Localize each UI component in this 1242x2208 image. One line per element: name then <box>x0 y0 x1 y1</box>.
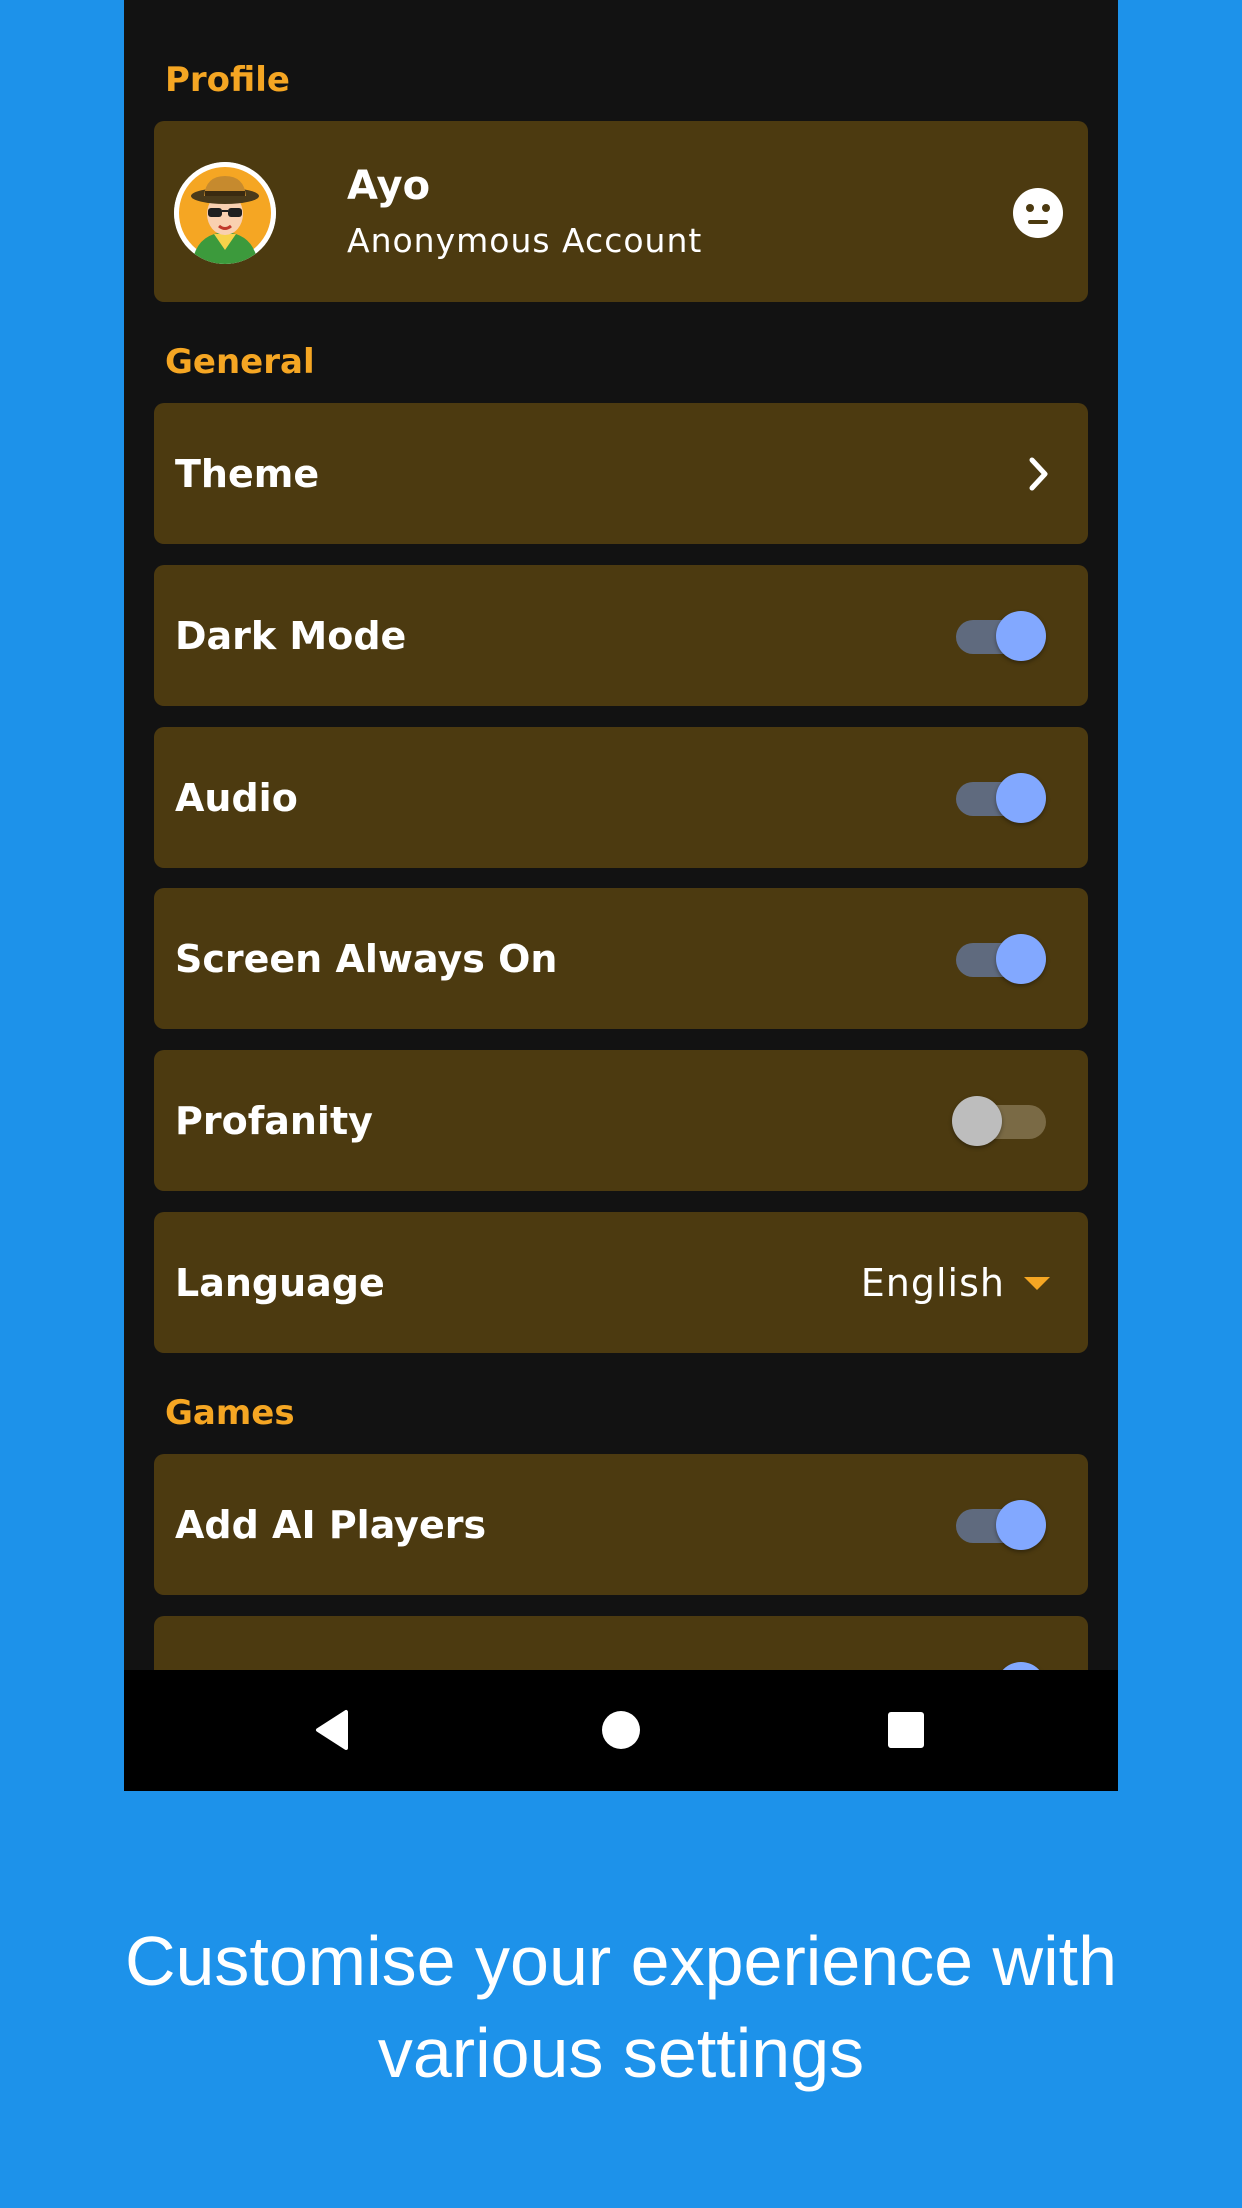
add-ai-players-toggle[interactable] <box>952 1499 1046 1551</box>
profanity-toggle[interactable] <box>952 1095 1046 1147</box>
audio-row: Audio <box>154 727 1088 868</box>
caption-line-2: various settings <box>377 2014 865 2092</box>
theme-row[interactable]: Theme <box>154 403 1088 544</box>
add-ai-players-label: Add AI Players <box>175 1502 487 1547</box>
profile-name: Ayo <box>347 163 431 209</box>
language-label: Language <box>175 1260 385 1305</box>
avatar-icon <box>174 162 276 264</box>
caption-line-1: Customise your experience with <box>124 1922 1118 2000</box>
profanity-row: Profanity <box>154 1050 1088 1191</box>
account-type: Anonymous Account <box>347 221 703 260</box>
language-value[interactable]: English <box>861 1261 1005 1305</box>
profile-card[interactable]: Ayo Anonymous Account <box>154 121 1088 302</box>
section-title-games: Games <box>165 1393 295 1433</box>
neutral-face-icon[interactable] <box>1012 187 1064 239</box>
screen-always-on-label: Screen Always On <box>175 936 558 981</box>
dark-mode-toggle[interactable] <box>952 610 1046 662</box>
marketing-caption: Customise your experience with various s… <box>0 1915 1242 2099</box>
settings-list[interactable]: Profile Ayo Anonymous Account General Th… <box>124 0 1118 1670</box>
add-ai-players-row: Add AI Players <box>154 1454 1088 1595</box>
dark-mode-row: Dark Mode <box>154 565 1088 706</box>
screen-always-on-toggle[interactable] <box>952 933 1046 985</box>
audio-label: Audio <box>175 775 298 820</box>
phone-screen: Profile Ayo Anonymous Account General Th… <box>124 0 1118 1791</box>
language-row[interactable]: Language English <box>154 1212 1088 1353</box>
recents-button[interactable] <box>826 1670 986 1791</box>
theme-label: Theme <box>175 451 320 496</box>
home-circle-icon <box>602 1711 640 1749</box>
recents-square-icon <box>888 1712 924 1748</box>
chevron-right-icon <box>1029 457 1048 490</box>
section-title-profile: Profile <box>165 60 290 100</box>
back-button[interactable] <box>256 1670 416 1791</box>
section-title-general: General <box>165 342 315 382</box>
next-setting-toggle[interactable] <box>952 1661 1046 1670</box>
back-triangle-icon <box>316 1710 348 1750</box>
system-nav-bar <box>124 1670 1118 1791</box>
dark-mode-label: Dark Mode <box>175 613 407 658</box>
audio-toggle[interactable] <box>952 772 1046 824</box>
home-button[interactable] <box>541 1670 701 1791</box>
next-setting-row <box>154 1616 1088 1670</box>
avatar <box>174 162 276 264</box>
dropdown-arrow-icon[interactable] <box>1022 1275 1052 1291</box>
profanity-label: Profanity <box>175 1098 373 1143</box>
screen-always-on-row: Screen Always On <box>154 888 1088 1029</box>
